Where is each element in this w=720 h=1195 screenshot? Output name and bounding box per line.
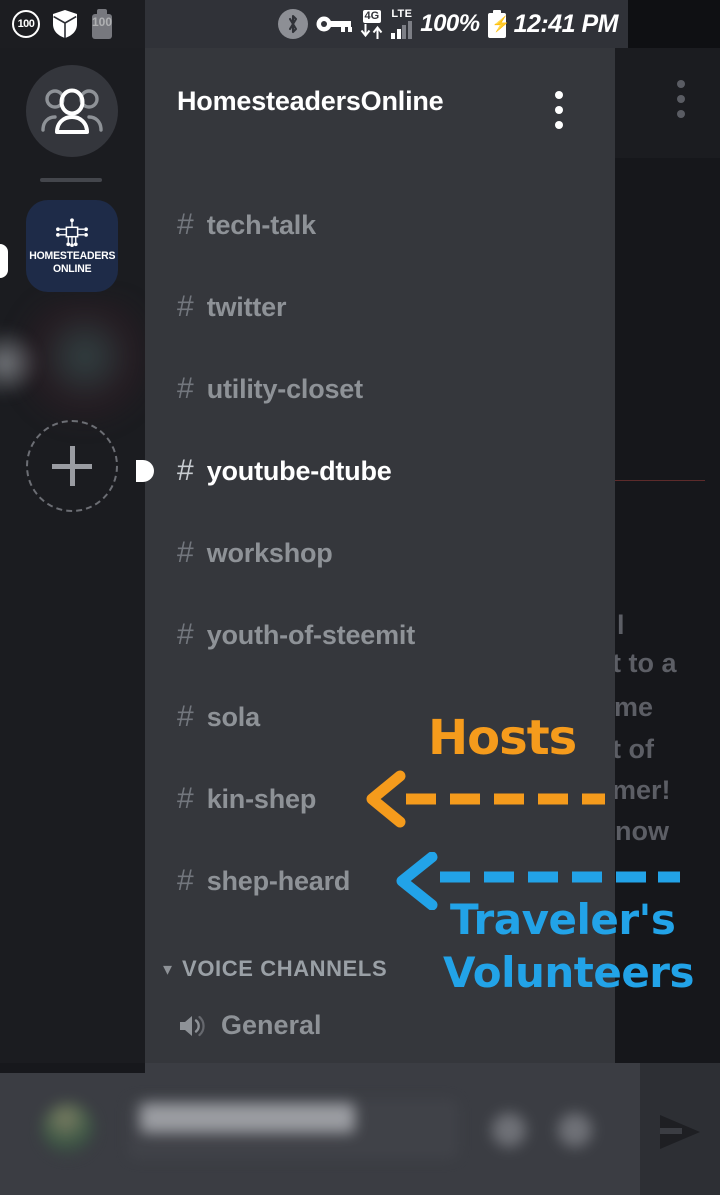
hash-icon: # xyxy=(177,782,194,815)
server-icon-text-line1: HOMESTEADERS xyxy=(29,249,115,262)
bg-text-fragment: me xyxy=(614,692,654,722)
hash-icon: # xyxy=(177,454,194,487)
clock-label: 12:41 PM xyxy=(513,9,619,38)
signal-bars-icon xyxy=(391,21,412,39)
hash-icon: # xyxy=(177,290,194,323)
channel-youth-of-steemit[interactable]: # youth-of-steemit xyxy=(177,613,607,657)
notification-count-badge: 100 xyxy=(12,10,40,38)
channel-label: twitter xyxy=(206,291,287,322)
mobile-data-4g-icon: 4G xyxy=(360,9,383,39)
speaker-icon xyxy=(180,1015,205,1036)
battery-percent-label: 100% xyxy=(420,10,480,37)
annotation-hosts-label: Hosts xyxy=(428,710,577,766)
bg-text-fragment: now xyxy=(615,816,669,846)
status-bar-spacer xyxy=(145,0,269,48)
channel-utility-closet[interactable]: # utility-closet xyxy=(177,367,607,411)
plus-icon-vertical xyxy=(69,446,75,486)
status-bar-notifications: 100 100 xyxy=(0,0,145,48)
bluetooth-icon xyxy=(278,9,309,39)
hash-icon: # xyxy=(177,536,194,569)
status-bar-system-icons: 4G LTE 100% ⚡ 12:41 PM xyxy=(268,0,628,48)
channel-label: workshop xyxy=(206,537,333,568)
background-kebab-menu-icon[interactable] xyxy=(677,80,685,118)
status-bar-tail xyxy=(628,0,720,48)
channel-label: youth-of-steemit xyxy=(206,619,415,650)
home-friends-button[interactable] xyxy=(26,65,118,157)
send-arrow-notch xyxy=(660,1128,682,1134)
hash-icon: # xyxy=(177,372,194,405)
server-icon-text-line2: ONLINE xyxy=(52,262,92,275)
server-icon-homesteadersonline[interactable]: HOMESTEADERS ONLINE xyxy=(26,200,118,292)
server-kebab-menu-icon[interactable] xyxy=(555,91,563,129)
annotation-travelers-label-line1: Traveler's xyxy=(450,895,676,944)
hash-icon: # xyxy=(177,618,194,651)
rail-blur-glow-secondary xyxy=(0,328,40,398)
battery-notification-icon: 100 xyxy=(90,9,114,39)
attachment-icon[interactable] xyxy=(492,1113,526,1147)
channel-tech-talk[interactable]: # tech-talk xyxy=(177,203,607,247)
hash-icon: # xyxy=(177,700,194,733)
channel-label: shep-heard xyxy=(206,865,351,896)
channel-unread-indicator xyxy=(136,460,154,482)
message-input-text xyxy=(140,1103,355,1133)
server-name-title: HomesteadersOnline xyxy=(177,86,444,116)
server-rail: HOMESTEADERS ONLINE xyxy=(0,48,148,1063)
discord-mobile-screen: l t to a me t of mer! now HOMESTEADERS O… xyxy=(0,0,720,1195)
message-input-bar xyxy=(0,1063,720,1195)
bg-text-fragment: mer! xyxy=(612,775,671,805)
data-down-arrow-icon xyxy=(361,23,371,37)
emoji-icon[interactable] xyxy=(558,1113,592,1147)
channel-youtube-dtube[interactable]: # youtube-dtube xyxy=(177,449,607,493)
server-selected-indicator xyxy=(0,244,8,278)
channel-label: sola xyxy=(206,701,260,732)
voice-channel-general[interactable]: General xyxy=(177,1010,322,1041)
bg-text-fragment: l xyxy=(617,610,625,640)
rail-divider xyxy=(40,178,102,182)
bg-text-fragment: t to a xyxy=(612,648,677,678)
message-bar-left-shadow xyxy=(0,1063,145,1073)
channel-twitter[interactable]: # twitter xyxy=(177,285,607,329)
annotation-travelers-label-line2: Volunteers xyxy=(443,948,695,997)
status-bar: 100 100 4G LTE 100% ⚡ 12:41 PM xyxy=(0,0,720,48)
bg-text-fragment: t of xyxy=(612,734,654,764)
annotation-hosts-arrow xyxy=(366,770,605,828)
hash-icon: # xyxy=(177,864,194,897)
circuit-chip-icon xyxy=(56,218,88,247)
channel-label: youtube-dtube xyxy=(206,455,392,486)
channel-label: tech-talk xyxy=(206,209,316,240)
voice-channels-category-label: VOICE CHANNELS xyxy=(182,956,388,981)
channel-label: utility-closet xyxy=(206,373,363,404)
channel-workshop[interactable]: # workshop xyxy=(177,531,607,575)
hash-icon: # xyxy=(177,208,194,241)
lte-signal-icon: LTE xyxy=(391,9,412,39)
data-up-arrow-icon xyxy=(373,25,383,39)
voice-channel-label: General xyxy=(221,1010,322,1040)
voice-channels-category[interactable]: ▾ VOICE CHANNELS xyxy=(163,956,387,982)
add-server-button[interactable] xyxy=(26,420,118,512)
friends-people-icon xyxy=(41,88,103,134)
channel-label: kin-shep xyxy=(206,783,317,814)
charging-battery-icon: ⚡ xyxy=(487,10,510,38)
vpn-key-icon xyxy=(316,14,353,34)
avatar[interactable] xyxy=(42,1103,94,1155)
shield-icon xyxy=(53,10,77,38)
chevron-down-icon: ▾ xyxy=(163,959,173,979)
